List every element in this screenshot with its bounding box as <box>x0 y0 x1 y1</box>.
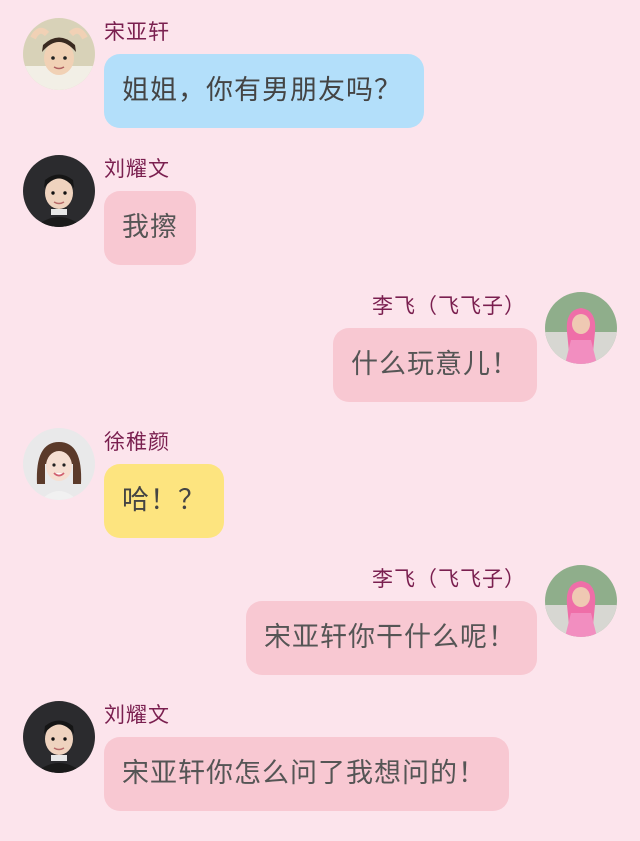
sender-name: 刘耀文 <box>104 703 170 727</box>
liu-yaowen-avatar[interactable] <box>23 155 95 227</box>
chat-message: 宋亚轩 姐姐，你有男朋友吗？ <box>0 18 640 158</box>
sender-name: 宋亚轩 <box>104 20 170 44</box>
chat-message: 刘耀文 宋亚轩你怎么问了我想问的！ <box>0 701 640 841</box>
message-bubble[interactable]: 宋亚轩你干什么呢！ <box>246 601 537 675</box>
li-fei-avatar[interactable] <box>545 565 617 637</box>
sender-name: 徐稚颜 <box>104 430 170 454</box>
message-bubble[interactable]: 宋亚轩你怎么问了我想问的！ <box>104 737 509 811</box>
chat-message: 李飞（飞飞子） 什么玩意儿！ <box>0 292 640 432</box>
chat-message: 刘耀文 我擦 <box>0 155 640 295</box>
message-bubble[interactable]: 什么玩意儿！ <box>333 328 537 402</box>
li-fei-avatar[interactable] <box>545 292 617 364</box>
chat-message: 李飞（飞飞子） 宋亚轩你干什么呢！ <box>0 565 640 705</box>
chat-transcript: 宋亚轩 姐姐，你有男朋友吗？ 刘耀文 我擦 李飞（飞飞子） 什么玩意儿！ 徐稚颜… <box>0 0 640 811</box>
sender-name: 李飞（飞飞子） <box>372 294 526 318</box>
song-yaxuan-avatar[interactable] <box>23 18 95 90</box>
message-bubble[interactable]: 哈！？ <box>104 464 224 538</box>
liu-yaowen-avatar[interactable] <box>23 701 95 773</box>
sender-name: 刘耀文 <box>104 157 170 181</box>
xu-zhiyan-avatar[interactable] <box>23 428 95 500</box>
sender-name: 李飞（飞飞子） <box>372 567 526 591</box>
message-bubble[interactable]: 姐姐，你有男朋友吗？ <box>104 54 424 128</box>
chat-message: 徐稚颜 哈！？ <box>0 428 640 568</box>
message-bubble[interactable]: 我擦 <box>104 191 196 265</box>
